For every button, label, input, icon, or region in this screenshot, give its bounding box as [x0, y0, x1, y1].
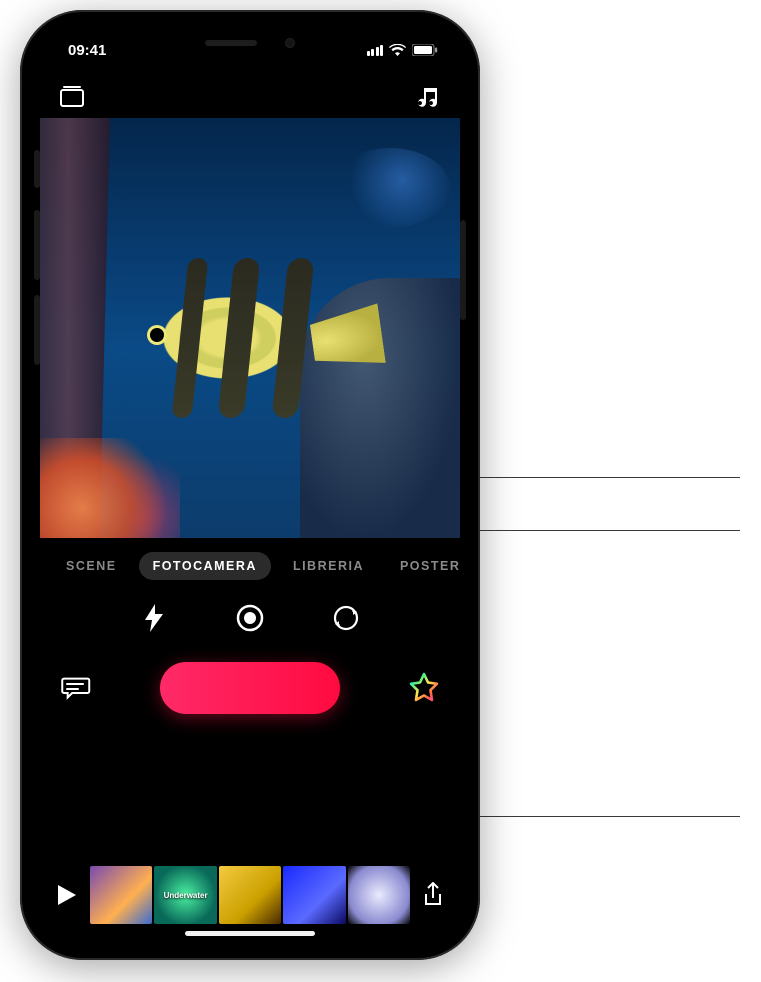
live-photo-button[interactable] — [232, 600, 268, 636]
mode-scene[interactable]: SCENE — [52, 552, 131, 580]
mode-selector: SCENE FOTOCAMERA LIBRERIA POSTER — [40, 538, 460, 590]
device-frame: 09:41 — [20, 10, 480, 960]
viewer[interactable] — [40, 118, 460, 538]
clip-thumb-2[interactable]: Underwater — [154, 866, 216, 924]
viewer-scene-coral-top — [330, 148, 450, 228]
camera-controls — [40, 590, 460, 644]
record-button[interactable] — [160, 662, 340, 714]
home-indicator[interactable] — [185, 931, 315, 936]
clip-thumbnails[interactable]: Underwater — [90, 866, 410, 924]
clip-thumb-4[interactable] — [283, 866, 345, 924]
music-button[interactable] — [410, 78, 446, 114]
cellular-signal-icon — [367, 45, 384, 56]
device-notch — [155, 28, 345, 58]
share-button[interactable] — [416, 878, 450, 912]
flash-button[interactable] — [136, 600, 172, 636]
device-front-camera — [285, 38, 295, 48]
mode-library[interactable]: LIBRERIA — [279, 552, 378, 580]
device-side-button-power — [460, 220, 466, 320]
live-titles-button[interactable] — [56, 668, 96, 708]
viewer-scene-fish — [122, 238, 362, 438]
clip-thumb-3[interactable] — [219, 866, 281, 924]
device-speaker — [205, 40, 257, 46]
battery-icon — [412, 44, 438, 56]
timeline-row: Underwater — [40, 866, 460, 924]
top-toolbar — [40, 72, 460, 116]
projects-button[interactable] — [54, 78, 90, 114]
record-row — [40, 644, 460, 724]
clip-thumb-1[interactable] — [90, 866, 152, 924]
effects-button[interactable] — [404, 668, 444, 708]
mode-camera[interactable]: FOTOCAMERA — [139, 552, 271, 580]
clip-thumb-2-label: Underwater — [164, 891, 208, 900]
play-button[interactable] — [50, 878, 84, 912]
status-time: 09:41 — [68, 42, 106, 59]
viewer-scene-coral — [40, 438, 180, 538]
screen: 09:41 — [40, 28, 460, 942]
wifi-icon — [389, 44, 406, 56]
clip-thumb-5[interactable] — [348, 866, 410, 924]
mode-poster[interactable]: POSTER — [386, 552, 460, 580]
flip-camera-button[interactable] — [328, 600, 364, 636]
